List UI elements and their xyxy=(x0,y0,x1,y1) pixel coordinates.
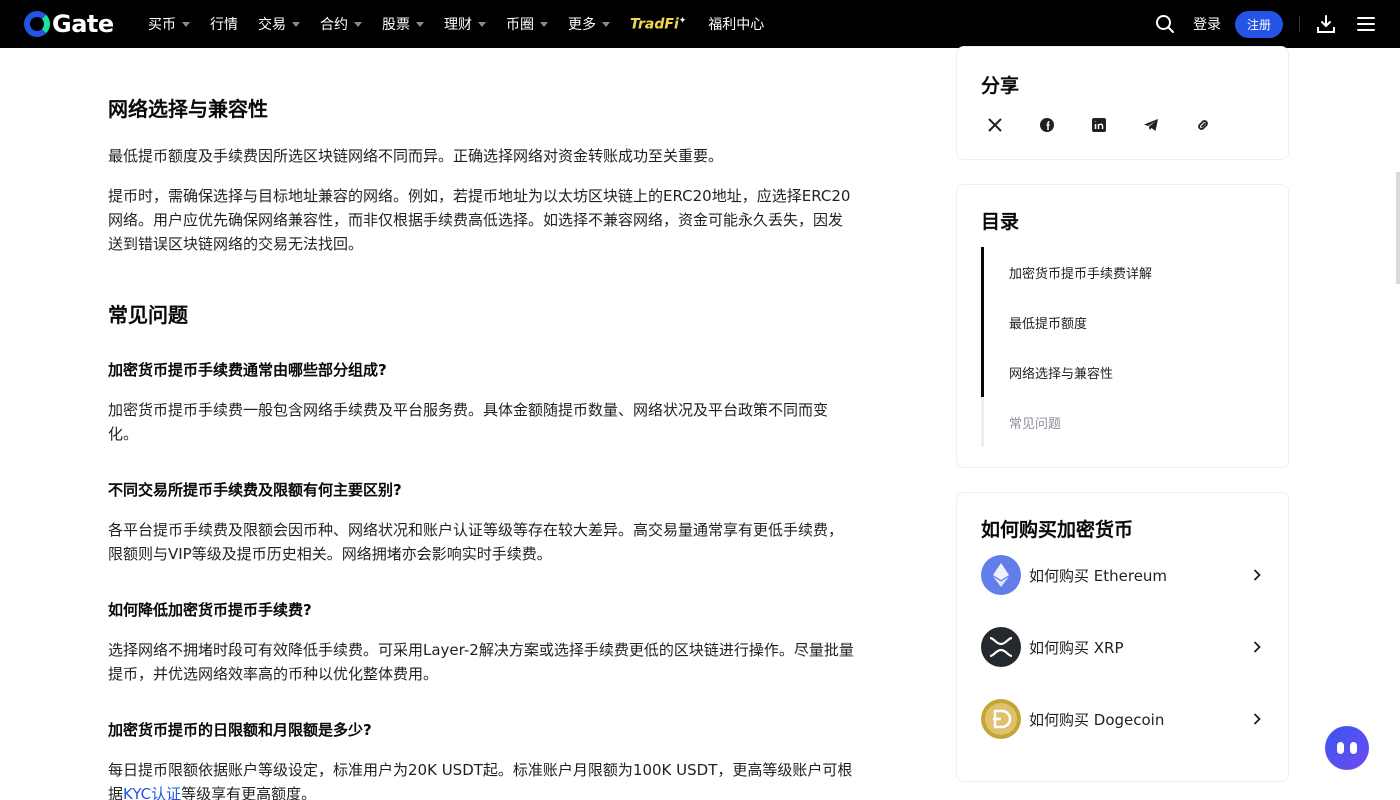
toc-item-label: 常见问题 xyxy=(1009,416,1062,432)
chevron-right-icon xyxy=(1249,567,1265,583)
faq-answer: 各平台提币手续费及限额会因币种、网络状况和账户认证等级等存在较大差异。高交易量通… xyxy=(108,521,844,563)
nav-item-welfare[interactable]: 福利中心 xyxy=(708,14,764,34)
scrollbar-thumb[interactable] xyxy=(1396,172,1400,284)
nav-item-more[interactable]: 更多 xyxy=(568,14,610,34)
faq-question: 如何降低加密货币提币手续费? xyxy=(108,601,312,619)
logo-text: Gate xyxy=(52,10,114,38)
caret-down-icon xyxy=(292,21,300,27)
toc-indicator xyxy=(981,397,984,447)
buy-item-label: 如何购买 Dogecoin xyxy=(1029,710,1165,729)
nav-item-square[interactable]: 币圈 xyxy=(506,14,548,34)
toc-item[interactable]: 加密货币提币手续费详解 xyxy=(981,247,1152,297)
toc-item-label: 加密货币提币手续费详解 xyxy=(1009,266,1153,282)
nav-item-markets[interactable]: 行情 xyxy=(210,14,238,34)
caret-down-icon xyxy=(416,21,424,27)
nav-menu: 买币 行情 交易 合约 股票 理财 币圈 更多 TradFi✦ 福利中心 xyxy=(148,0,784,48)
toc-indicator xyxy=(981,297,984,347)
nav-item-stocks[interactable]: 股票 xyxy=(382,14,424,34)
dogecoin-icon xyxy=(981,699,1021,739)
gate-logo[interactable]: Gate xyxy=(24,11,114,37)
share-card: 分享 xyxy=(956,46,1289,160)
buy-item-label: 如何购买 XRP xyxy=(1029,638,1124,657)
bot-eye-icon xyxy=(1337,742,1344,754)
toc-indicator xyxy=(981,347,984,397)
x-icon[interactable] xyxy=(981,111,1009,139)
share-icon-row xyxy=(981,111,1241,139)
toc-item[interactable]: 常见问题 xyxy=(981,397,1152,447)
how-to-buy-title: 如何购买加密货币 xyxy=(981,519,1134,541)
nav-item-earn[interactable]: 理财 xyxy=(444,14,486,34)
nav-item-futures[interactable]: 合约 xyxy=(320,14,362,34)
nav-item-tradfi[interactable]: TradFi✦ xyxy=(630,16,686,33)
buy-item-dogecoin[interactable]: 如何购买 Dogecoin xyxy=(981,699,1265,739)
top-nav: Gate 买币 行情 交易 合约 股票 理财 币圈 更多 TradFi✦ 福利中… xyxy=(0,0,1400,48)
nav-item-label: 行情 xyxy=(210,17,238,33)
nav-item-label: 股票 xyxy=(382,17,410,33)
ai-assistant-button[interactable] xyxy=(1325,726,1369,770)
kyc-link[interactable]: KYC认证 xyxy=(123,785,181,800)
chevron-right-icon xyxy=(1249,639,1265,655)
toc-item-label: 网络选择与兼容性 xyxy=(1009,366,1114,382)
share-title: 分享 xyxy=(981,75,1020,97)
toc-list: 加密货币提币手续费详解 最低提币额度 网络选择与兼容性 常见问题 xyxy=(981,247,1152,447)
nav-actions: 登录 注册 xyxy=(1155,0,1376,48)
nav-item-label: 买币 xyxy=(148,17,176,33)
download-icon[interactable] xyxy=(1316,14,1336,34)
faq-question: 不同交易所提币手续费及限额有何主要区别? xyxy=(108,481,402,499)
buy-item-label: 如何购买 Ethereum xyxy=(1029,566,1168,585)
toc-title: 目录 xyxy=(981,211,1020,233)
caret-down-icon xyxy=(182,21,190,27)
how-to-buy-card: 如何购买加密货币 如何购买 Ethereum 如何购买 XRP 如何购买 Dog… xyxy=(956,492,1289,782)
sparkle-icon: ✦ xyxy=(678,15,687,26)
bot-eye-icon xyxy=(1350,742,1357,754)
faq-question: 加密货币提币的日限额和月限额是多少? xyxy=(108,721,372,739)
nav-item-trade[interactable]: 交易 xyxy=(258,14,300,34)
gate-logo-icon xyxy=(24,11,50,37)
login-link[interactable]: 登录 xyxy=(1193,14,1221,34)
section-title-faq: 常见问题 xyxy=(108,303,188,327)
toc-item[interactable]: 网络选择与兼容性 xyxy=(981,347,1152,397)
faq-answer-text: 等级享有更高额度。 xyxy=(181,785,317,800)
nav-item-label: 福利中心 xyxy=(708,17,765,33)
chevron-right-icon xyxy=(1249,711,1265,727)
nav-item-label: 合约 xyxy=(320,17,348,33)
link-icon[interactable] xyxy=(1189,111,1217,139)
register-button[interactable]: 注册 xyxy=(1234,10,1283,38)
buy-item-ethereum[interactable]: 如何购买 Ethereum xyxy=(981,555,1265,595)
xrp-icon xyxy=(981,627,1021,667)
buy-item-xrp[interactable]: 如何购买 XRP xyxy=(981,627,1265,667)
faq-answer: 每日提币限额依据账户等级设定，标准用户为20K USDT起。标准账户月限额为10… xyxy=(108,758,856,800)
nav-divider xyxy=(1299,16,1300,32)
paragraph: 最低提币额度及手续费因所选区块链网络不同而异。正确选择网络对资金转账成功至关重要… xyxy=(108,147,724,165)
menu-icon[interactable] xyxy=(1356,14,1376,34)
toc-item[interactable]: 最低提币额度 xyxy=(981,297,1152,347)
search-icon[interactable] xyxy=(1155,14,1175,34)
caret-down-icon xyxy=(540,21,548,27)
tradfi-label: TradFi xyxy=(630,16,679,33)
toc-indicator xyxy=(981,247,984,297)
toc-item-label: 最低提币额度 xyxy=(1009,316,1088,332)
nav-item-buy-crypto[interactable]: 买币 xyxy=(148,14,190,34)
nav-item-label: 更多 xyxy=(568,17,596,33)
faq-question: 加密货币提币手续费通常由哪些部分组成? xyxy=(108,361,387,379)
caret-down-icon xyxy=(354,21,362,27)
caret-down-icon xyxy=(478,21,486,27)
caret-down-icon xyxy=(602,21,610,27)
linkedin-icon[interactable] xyxy=(1085,111,1113,139)
nav-item-label: 币圈 xyxy=(506,17,534,33)
nav-item-label: 理财 xyxy=(444,17,472,33)
facebook-icon[interactable] xyxy=(1033,111,1061,139)
ethereum-icon xyxy=(981,555,1021,595)
nav-item-label: 交易 xyxy=(258,17,286,33)
faq-answer: 加密货币提币手续费一般包含网络手续费及平台服务费。具体金额随提币数量、网络状况及… xyxy=(108,401,829,443)
faq-answer: 选择网络不拥堵时段可有效降低手续费。可采用Layer-2解决方案或选择手续费更低… xyxy=(108,641,854,683)
paragraph: 提币时，需确保选择与目标地址兼容的网络。例如，若提币地址为以太坊区块链上的ERC… xyxy=(108,187,851,253)
section-title-network: 网络选择与兼容性 xyxy=(108,97,268,121)
toc-card: 目录 加密货币提币手续费详解 最低提币额度 网络选择与兼容性 常见问题 xyxy=(956,184,1289,468)
telegram-icon[interactable] xyxy=(1137,111,1165,139)
